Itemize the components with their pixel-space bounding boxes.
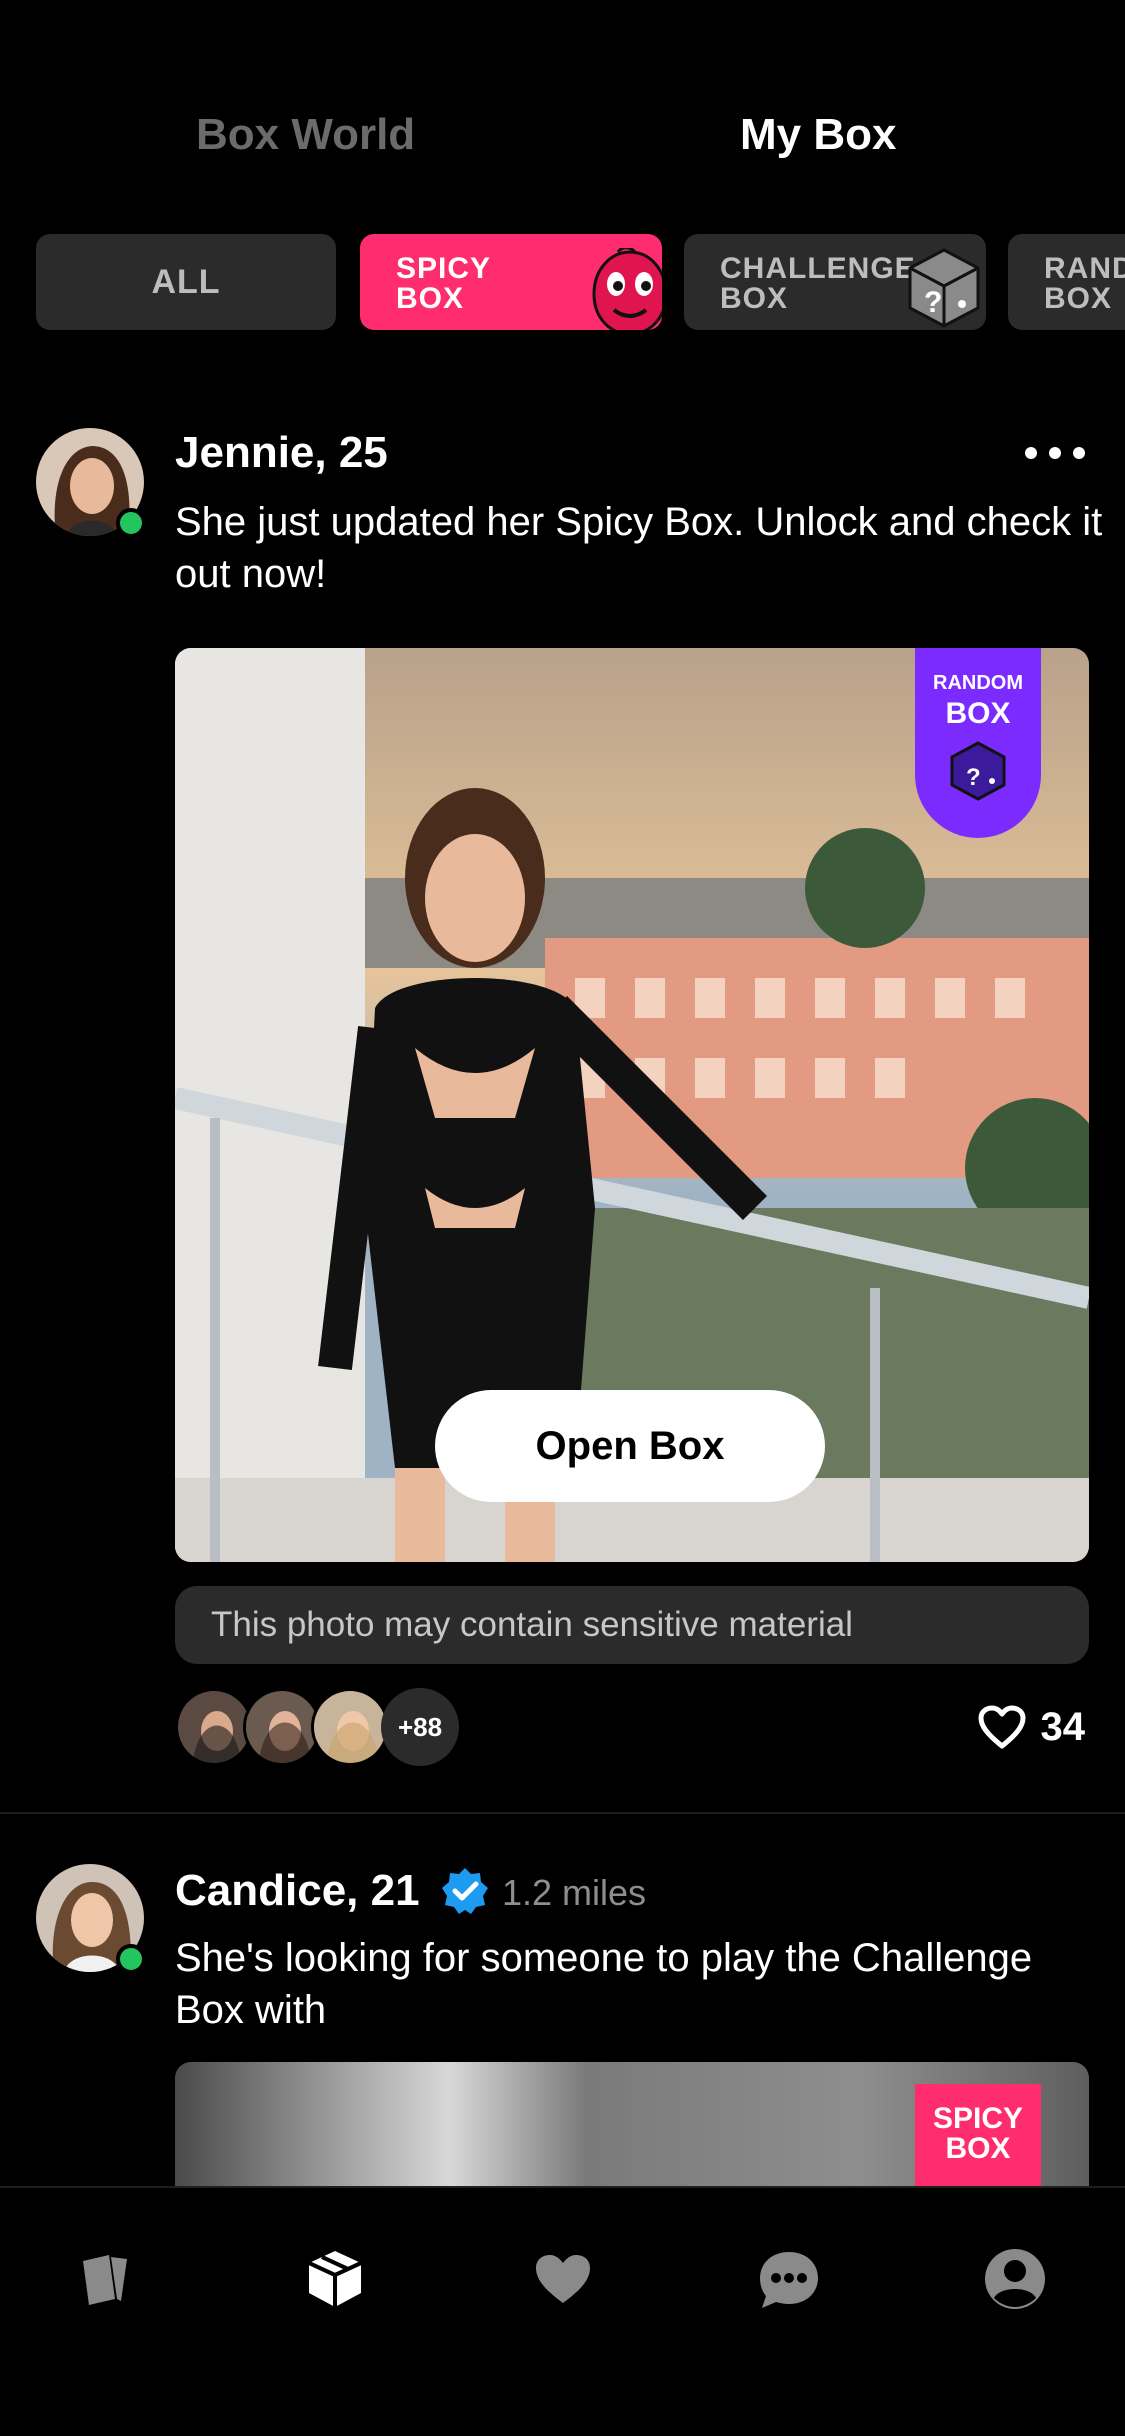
likes[interactable]: 34: [977, 1688, 1086, 1766]
filter-random-box[interactable]: RAND BOX: [1008, 234, 1125, 330]
tab-box-world[interactable]: Box World: [196, 110, 415, 160]
more-dot-icon: [1049, 447, 1061, 459]
distance-label: 1.2 miles: [502, 1872, 647, 1913]
online-indicator: [116, 508, 146, 538]
post-message: She's looking for someone to play the Ch…: [175, 1936, 1033, 2032]
filter-spicy-label: SPICY BOX: [396, 252, 492, 315]
heart-icon: [536, 2255, 590, 2303]
nav-box[interactable]: [290, 2234, 380, 2324]
nav-profile[interactable]: [970, 2234, 1060, 2324]
more-dot-icon: [1073, 447, 1085, 459]
online-indicator: [116, 1944, 146, 1974]
viewer-avatar[interactable]: [175, 1688, 253, 1766]
more-dot-icon: [1025, 447, 1037, 459]
open-box-button[interactable]: Open Box: [435, 1390, 825, 1502]
svg-text:?: ?: [966, 764, 981, 791]
filter-challenge-box[interactable]: CHALLENGE BOX ?: [684, 234, 986, 330]
post-author-name[interactable]: Candice, 21: [175, 1866, 420, 1916]
filter-challenge-label: CHALLENGE BOX: [720, 252, 916, 315]
filter-spicy-box[interactable]: SPICY BOX: [360, 234, 662, 330]
verified-badge-icon: [442, 1868, 488, 1914]
viewer-photo: [314, 1691, 386, 1763]
nav-likes[interactable]: [518, 2234, 608, 2324]
svg-text:?: ?: [924, 286, 942, 319]
viewer-avatar[interactable]: [243, 1688, 321, 1766]
post-photo[interactable]: RANDOM BOX ? Open Box: [175, 648, 1089, 1562]
likes-count: 34: [1040, 1704, 1086, 1749]
post-author-name[interactable]: Jennie, 25: [175, 428, 388, 478]
post-divider: [0, 1812, 1125, 1814]
bottom-navigation: [0, 2186, 1125, 2436]
filter-random-label: RAND BOX: [1044, 252, 1125, 315]
viewer-count-badge[interactable]: +88: [381, 1688, 459, 1766]
sensitive-content-notice: This photo may contain sensitive materia…: [175, 1586, 1089, 1664]
chat-icon: [760, 2252, 818, 2308]
random-box-badge: RANDOM BOX ?: [915, 648, 1041, 838]
viewer-photo: [246, 1691, 318, 1763]
more-options-button[interactable]: [1025, 438, 1085, 468]
cards-icon: [83, 2255, 127, 2305]
nav-cards[interactable]: [60, 2234, 150, 2324]
box-icon: [308, 2251, 362, 2307]
question-dice-icon: ?: [908, 248, 980, 328]
top-tabs: Box World My Box: [0, 110, 1125, 180]
filter-chips: ALL SPICY BOX CHALLENGE BOX ? RAND BOX: [36, 234, 1125, 330]
tab-my-box[interactable]: My Box: [740, 110, 896, 160]
post-message: She just updated her Spicy Box. Unlock a…: [175, 500, 1103, 596]
spicy-face-icon: [592, 248, 662, 330]
profile-icon: [985, 2249, 1045, 2309]
viewer-photo: [178, 1691, 250, 1763]
nav-chat[interactable]: [744, 2234, 834, 2324]
filter-all[interactable]: ALL: [36, 234, 336, 330]
heart-outline-icon: [978, 1705, 1025, 1749]
viewer-avatar[interactable]: [311, 1688, 389, 1766]
filter-all-label: ALL: [151, 263, 221, 301]
dice-icon: ?: [950, 741, 1006, 801]
